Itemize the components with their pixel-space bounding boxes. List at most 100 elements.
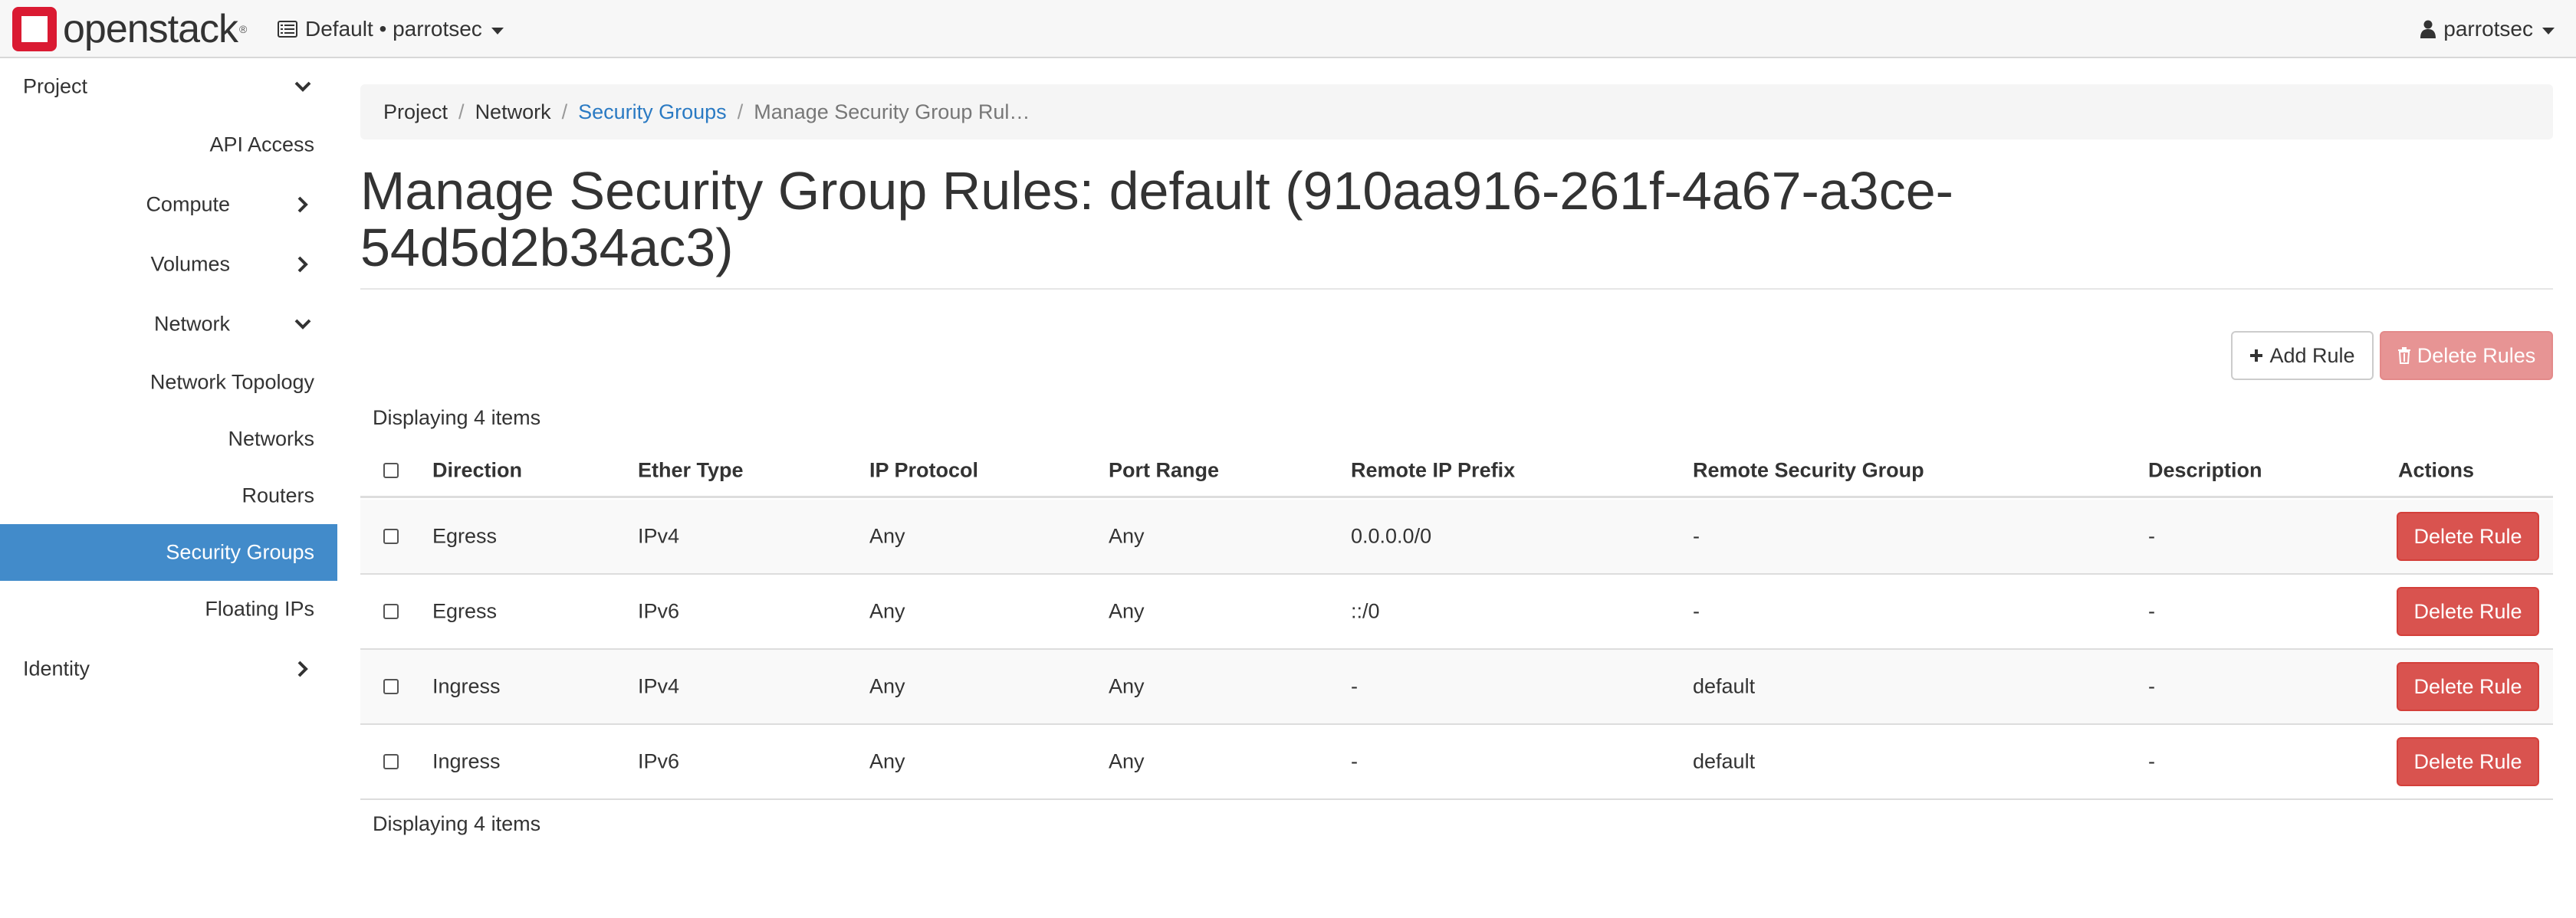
cell-ip-protocol: Any xyxy=(869,674,905,698)
sidebar-item-label: Networks xyxy=(228,427,314,451)
cell-remote-ip-prefix: - xyxy=(1351,674,1358,698)
table-row: Egress IPv4 Any Any 0.0.0.0/0 - - Delete… xyxy=(360,500,2553,575)
cell-description: - xyxy=(2148,674,2155,698)
column-header-remote-ip-prefix[interactable]: Remote IP Prefix xyxy=(1351,458,1515,482)
cell-ip-protocol: Any xyxy=(869,749,905,773)
breadcrumb-separator: / xyxy=(561,100,568,123)
cell-remote-security-group: - xyxy=(1693,599,1700,623)
chevron-right-icon xyxy=(297,256,308,273)
breadcrumb-separator: / xyxy=(458,100,465,123)
sidebar-item-volumes[interactable]: Volumes xyxy=(0,236,337,293)
table-row: Ingress IPv6 Any Any - default - Delete … xyxy=(360,725,2553,800)
cell-direction: Egress xyxy=(432,524,498,548)
top-navbar: openstack ® Default • parrotsec parrotsec xyxy=(0,0,2576,58)
column-header-port-range[interactable]: Port Range xyxy=(1109,458,1219,482)
sidebar-item-network-topology[interactable]: Network Topology xyxy=(0,354,337,411)
project-selector-dropdown[interactable]: Default • parrotsec xyxy=(278,14,504,44)
delete-rules-label: Delete Rules xyxy=(2417,343,2536,367)
add-rule-label: Add Rule xyxy=(2269,343,2355,367)
page-title: Manage Security Group Rules: default (91… xyxy=(360,161,1953,277)
sidebar-item-routers[interactable]: Routers xyxy=(0,467,337,524)
sidebar-item-label: Compute xyxy=(146,192,230,216)
sidebar-item-label: Project xyxy=(23,74,88,98)
sidebar-item-networks[interactable]: Networks xyxy=(0,411,337,467)
sidebar-item-security-groups[interactable]: Security Groups xyxy=(0,524,337,581)
row-checkbox[interactable] xyxy=(383,679,399,694)
row-checkbox[interactable] xyxy=(383,754,399,769)
sidebar-item-floating-ips[interactable]: Floating IPs xyxy=(0,581,337,638)
sidebar-item-compute[interactable]: Compute xyxy=(0,176,337,233)
column-header-ether-type[interactable]: Ether Type xyxy=(638,458,744,482)
delete-rule-button[interactable]: Delete Rule xyxy=(2397,737,2539,786)
column-header-actions: Actions xyxy=(2398,458,2475,481)
sidebar-item-identity[interactable]: Identity xyxy=(0,641,337,697)
sidebar-item-api-access[interactable]: API Access xyxy=(0,116,337,173)
cell-remote-security-group: - xyxy=(1693,524,1700,548)
item-count-bottom: Displaying 4 items xyxy=(373,812,541,835)
cell-port-range: Any xyxy=(1109,674,1145,698)
sidebar: Project API Access Compute Volumes Netwo… xyxy=(0,58,337,918)
sidebar-item-network[interactable]: Network xyxy=(0,296,337,352)
caret-down-icon xyxy=(2542,27,2555,34)
cell-remote-security-group: default xyxy=(1693,749,1756,773)
cell-remote-ip-prefix: ::/0 xyxy=(1351,599,1380,623)
cell-port-range: Any xyxy=(1109,599,1145,623)
row-checkbox[interactable] xyxy=(383,604,399,619)
sidebar-item-label: Identity xyxy=(23,657,90,680)
project-selector-label: Default • parrotsec xyxy=(305,17,482,41)
cell-direction: Ingress xyxy=(432,674,501,698)
chevron-down-icon xyxy=(294,81,311,92)
cell-description: - xyxy=(2148,599,2155,623)
table-row: Ingress IPv4 Any Any - default - Delete … xyxy=(360,650,2553,725)
breadcrumb-link-security-groups[interactable]: Security Groups xyxy=(578,100,727,124)
delete-rule-button[interactable]: Delete Rule xyxy=(2397,587,2539,636)
select-all-checkbox[interactable] xyxy=(383,462,399,478)
chevron-right-icon xyxy=(297,196,308,213)
chevron-right-icon xyxy=(297,661,308,677)
column-header-ip-protocol[interactable]: IP Protocol xyxy=(869,458,978,482)
cell-remote-ip-prefix: 0.0.0.0/0 xyxy=(1351,524,1432,548)
cell-ip-protocol: Any xyxy=(869,599,905,623)
item-count-top: Displaying 4 items xyxy=(373,406,541,429)
breadcrumb-item-current: Manage Security Group Rul… xyxy=(754,100,1030,123)
cell-ether-type: IPv4 xyxy=(638,524,680,548)
cell-direction: Egress xyxy=(432,599,498,623)
caret-down-icon xyxy=(491,27,504,34)
cell-port-range: Any xyxy=(1109,749,1145,773)
row-checkbox[interactable] xyxy=(383,529,399,544)
cell-ip-protocol: Any xyxy=(869,524,905,548)
sidebar-item-label: Security Groups xyxy=(166,540,314,564)
openstack-logo[interactable]: openstack ® xyxy=(12,6,247,52)
cell-description: - xyxy=(2148,524,2155,548)
cell-remote-ip-prefix: - xyxy=(1351,749,1358,773)
breadcrumb-separator: / xyxy=(737,100,744,123)
table-row: Egress IPv6 Any Any ::/0 - - Delete Rule xyxy=(360,575,2553,650)
delete-rule-button[interactable]: Delete Rule xyxy=(2397,662,2539,711)
sidebar-item-label: Network Topology xyxy=(150,370,314,394)
trash-icon xyxy=(2397,347,2410,364)
breadcrumb-item-network: Network xyxy=(475,100,551,123)
table-header: Direction Ether Type IP Protocol Port Ra… xyxy=(360,444,2553,498)
brand-trademark: ® xyxy=(239,23,248,35)
user-menu-dropdown[interactable]: parrotsec xyxy=(2420,14,2555,44)
add-rule-button[interactable]: Add Rule xyxy=(2231,331,2374,380)
cell-description: - xyxy=(2148,749,2155,773)
delete-rule-button[interactable]: Delete Rule xyxy=(2397,512,2539,561)
sidebar-item-label: Volumes xyxy=(150,252,230,276)
sidebar-item-label: Network xyxy=(153,312,230,336)
sidebar-item-label: Routers xyxy=(242,484,314,507)
user-name: parrotsec xyxy=(2443,17,2533,41)
column-header-remote-security-group[interactable]: Remote Security Group xyxy=(1693,458,1924,482)
cell-direction: Ingress xyxy=(432,749,501,773)
brand-name: openstack xyxy=(63,7,238,51)
sidebar-item-label: API Access xyxy=(209,133,314,156)
plus-icon xyxy=(2250,349,2263,362)
column-header-description[interactable]: Description xyxy=(2148,458,2262,482)
column-header-direction[interactable]: Direction xyxy=(432,458,522,482)
chevron-down-icon xyxy=(294,319,311,329)
cell-ether-type: IPv6 xyxy=(638,749,680,773)
cell-ether-type: IPv4 xyxy=(638,674,680,698)
sidebar-item-project[interactable]: Project xyxy=(0,58,337,115)
delete-rules-button[interactable]: Delete Rules xyxy=(2380,331,2553,380)
openstack-logo-icon xyxy=(12,7,57,51)
